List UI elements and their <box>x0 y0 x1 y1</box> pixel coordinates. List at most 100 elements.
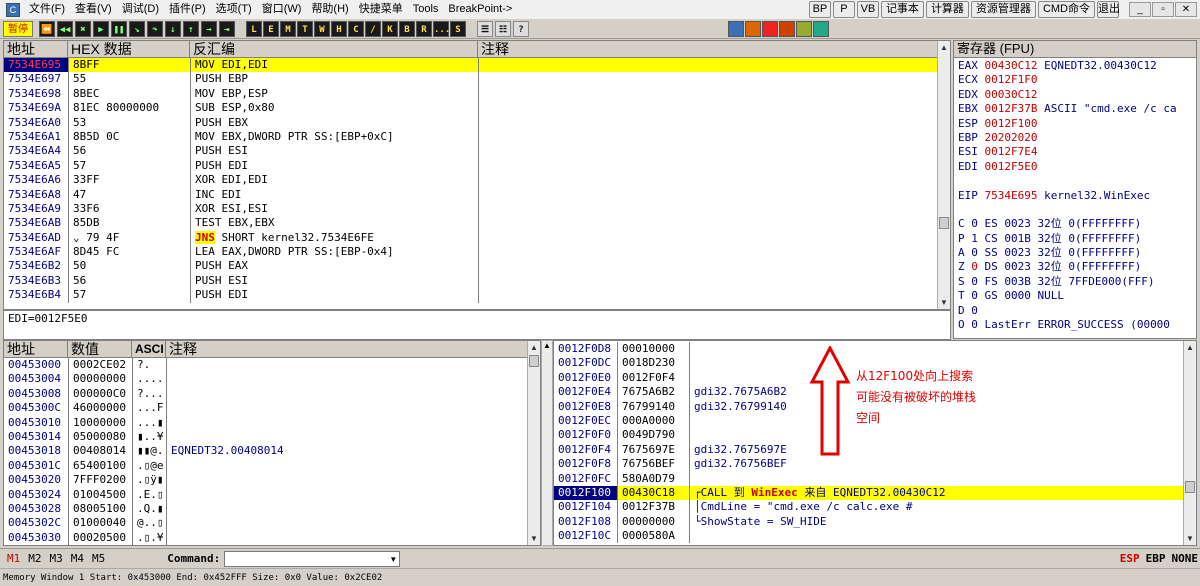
record-icon[interactable] <box>779 21 795 37</box>
register-line[interactable]: ESI 0012F7E4 <box>954 145 1196 159</box>
reg-select-none[interactable]: NONE <box>1172 552 1199 565</box>
toolbar-button[interactable]: ↑ <box>183 20 199 37</box>
toolbar-button[interactable]: L <box>246 20 262 37</box>
toolbar-button[interactable]: E <box>263 20 279 37</box>
dump-row[interactable]: 00453024 01004500 .E.▯ <box>4 487 540 502</box>
toolbar-button[interactable]: ↓ <box>165 20 181 37</box>
disasm-row[interactable]: 7534E69A 81EC 80000000 SUB ESP,0x80 <box>4 101 950 116</box>
marker-m5[interactable]: M5 <box>88 552 109 565</box>
disasm-row[interactable]: 7534E6A5 57 PUSH EDI <box>4 158 950 174</box>
dump-row[interactable]: 0045302C 01000040 @..▯ <box>4 516 540 531</box>
toolbar-button[interactable]: W <box>314 20 330 37</box>
register-line[interactable]: EAX 00430C12 EQNEDT32.00430C12 <box>954 59 1196 73</box>
script-icon[interactable] <box>762 21 778 37</box>
toolbar-button[interactable]: M <box>280 20 296 37</box>
disasm-row[interactable]: 7534E6AD ⌄ 79 4F JNS SHORT kernel32.7534E6… <box>4 230 950 246</box>
toolbar-button[interactable]: R <box>416 20 432 37</box>
memory-dump-pane[interactable]: 地址 数值 ASCI 注释 00453000 0002CE02?. 00453004… <box>3 340 541 546</box>
disasm-row[interactable]: 7534E6AF 8D45 FC LEA EAX,DWORD PTR SS:[EBP… <box>4 245 950 260</box>
register-line[interactable]: EDX 00030C12 <box>954 88 1196 102</box>
stack-row[interactable]: 0012F10C 0000580A <box>554 529 1196 544</box>
window-icon[interactable] <box>728 21 744 37</box>
quick-button[interactable]: CMD命令 <box>1037 1 1095 18</box>
quick-button[interactable]: 计算器 <box>925 1 969 18</box>
marker-m1[interactable]: M1 <box>3 552 24 565</box>
disasm-row[interactable]: 7534E6A0 53 PUSH EBX <box>4 115 950 130</box>
disasm-row[interactable]: 7534E698 8BEC MOV EBP,ESP <box>4 86 950 102</box>
disasm-row[interactable]: 7534E6A1 8B5D 0C MOV EBX,DWORD PTR SS:[EBP… <box>4 129 950 145</box>
disasm-row[interactable]: 7534E695 8BFF MOV EDI,EDI <box>4 58 950 73</box>
menu-item[interactable]: 快捷菜单 <box>354 0 408 19</box>
disasm-row[interactable]: 7534E6A6 33FF XOR EDI,EDI <box>4 173 950 188</box>
dump-row[interactable]: 00453004 00000000.... <box>4 372 540 387</box>
close-icon[interactable]: ✕ <box>1175 2 1197 17</box>
dump-row[interactable]: 0045301C 65400100 .▯@e <box>4 458 540 474</box>
dump-row[interactable]: 00453010 10000000 ...▮ <box>4 415 540 430</box>
quick-button[interactable]: BP <box>808 1 831 18</box>
registers-pane[interactable]: 寄存器 (FPU) EAX 00430C12 EQNEDT32.00430C12… <box>953 40 1197 339</box>
menu-item[interactable]: 窗口(W) <box>257 0 307 19</box>
toolbar-button[interactable]: ⇥ <box>219 20 235 37</box>
disasm-row[interactable]: 7534E6B2 50 PUSH EAX <box>4 259 950 274</box>
disasm-row[interactable]: 7534E6B3 56 PUSH ESI <box>4 273 950 289</box>
toolbar-button[interactable]: B <box>399 20 415 37</box>
tool-icon[interactable] <box>796 21 812 37</box>
disassembly-scrollbar[interactable]: ▲ ▼ <box>937 41 950 309</box>
register-line[interactable] <box>954 174 1196 188</box>
register-line[interactable]: T 0 GS 0000 NULL <box>954 289 1196 303</box>
command-input[interactable]: ▼ <box>224 550 401 567</box>
disasm-row[interactable]: 7534E6A8 47 INC EDI <box>4 187 950 202</box>
marker-m4[interactable]: M4 <box>67 552 88 565</box>
dump-row[interactable]: 00453014 05000080 ▮..¥ <box>4 429 540 445</box>
toolbar-button[interactable]: → <box>201 20 217 37</box>
stack-row[interactable]: 0012F0F0 0049D790 <box>554 428 1196 443</box>
marker-m3[interactable]: M3 <box>46 552 67 565</box>
register-line[interactable]: ESP 0012F100 <box>954 117 1196 131</box>
register-line[interactable]: EBP 20202020 <box>954 131 1196 145</box>
disassembly-pane[interactable]: 地址 HEX 数据 反汇编 注释 7534E695 8BFF MOV EDI,EDI… <box>3 40 951 310</box>
register-line[interactable]: C 0 ES 0023 32位 0(FFFFFFFF) <box>954 217 1196 231</box>
disasm-row[interactable]: 7534E697 55 PUSH EBP <box>4 72 950 87</box>
register-line[interactable] <box>954 332 1196 338</box>
menu-item[interactable]: 选项(T) <box>211 0 257 19</box>
disasm-row[interactable]: 7534E6A4 56 PUSH ESI <box>4 144 950 159</box>
toolbar-button[interactable]: T <box>297 20 313 37</box>
dump-row[interactable]: 00453030 00020500 .▯.¥ <box>4 530 540 545</box>
dump-row[interactable]: 00453018 00408014 ▮▮@. EQNEDT32.00408014 <box>4 444 540 459</box>
dump-row[interactable]: 00453020 7FFF0200 .▯ÿ▮ <box>4 473 540 488</box>
disasm-row[interactable]: 7534E6B4 57 PUSH EDI <box>4 288 950 303</box>
toolbar-button[interactable]: ⏪ <box>39 20 55 37</box>
disasm-row[interactable]: 7534E6A9 33F6 XOR ESI,ESI <box>4 201 950 217</box>
register-line[interactable]: S 0 FS 003B 32位 7FFDE000(FFF) <box>954 275 1196 289</box>
reg-select-esp[interactable]: ESP <box>1120 552 1140 565</box>
dump-scrollbar[interactable]: ▲ ▼ <box>527 341 540 545</box>
restore-icon[interactable]: ▫ <box>1152 2 1174 17</box>
toolbar-button[interactable]: ◀◀ <box>57 20 73 37</box>
stack-row[interactable]: 0012F0F4 7675697E gdi32.7675697E <box>554 442 1196 458</box>
disasm-row[interactable]: 7534E6AB 85DB TEST EBX,EBX <box>4 216 950 231</box>
toolbar-button[interactable]: / <box>365 20 381 37</box>
register-line[interactable]: EBX 0012F37B ASCII "cmd.exe /c ca <box>954 102 1196 116</box>
stack-row[interactable]: 0012F0F8 76756BEF gdi32.76756BEF <box>554 457 1196 472</box>
dump-row[interactable]: 00453000 0002CE02?. <box>4 358 540 373</box>
stack-row[interactable]: 0012F100 00430C18 ┌CALL 到 WinExec 来自 EQNED… <box>554 485 1196 501</box>
register-line[interactable]: EDI 0012F5E0 <box>954 160 1196 174</box>
dump-row[interactable]: 00453008 000000C0?... <box>4 386 540 402</box>
toolbar-button[interactable]: ✖ <box>75 20 91 37</box>
marker-m2[interactable]: M2 <box>24 552 45 565</box>
toolbar-button[interactable]: ☰ <box>477 20 493 37</box>
register-line[interactable]: A 0 SS 0023 32位 0(FFFFFFFF) <box>954 246 1196 260</box>
stack-row[interactable]: 0012F0D8 00010000 <box>554 342 1196 357</box>
register-line[interactable] <box>954 203 1196 217</box>
menu-item[interactable]: 插件(P) <box>164 0 211 19</box>
dump-row[interactable]: 0045300C 46000000 ...F <box>4 401 540 416</box>
toolbar-button[interactable]: ▶ <box>93 20 109 37</box>
stack-scrollbar[interactable]: ▲ ▼ <box>1183 341 1196 545</box>
dump-row[interactable]: 00453028 08005100 .Q.▮ <box>4 501 540 517</box>
quick-button[interactable]: VB <box>856 1 879 18</box>
toolbar-button[interactable]: ↷ <box>147 20 163 37</box>
register-line[interactable]: EIP 7534E695 kernel32.WinExec <box>954 189 1196 203</box>
stack-row[interactable]: 0012F108 00000000 └ShowState = SW_HIDE <box>554 514 1196 530</box>
toolbar-button[interactable]: K <box>382 20 398 37</box>
reg-select-ebp[interactable]: EBP <box>1146 552 1166 565</box>
